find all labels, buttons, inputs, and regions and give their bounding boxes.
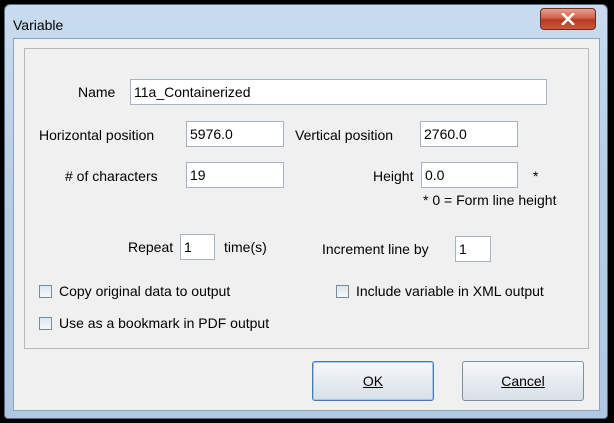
height-asterisk: *: [533, 168, 539, 184]
name-input[interactable]: [130, 79, 547, 105]
window-title: Variable: [13, 17, 64, 33]
ok-button[interactable]: OK: [312, 361, 434, 401]
repeat-input[interactable]: [180, 234, 215, 260]
repeat-label: Repeat: [128, 239, 174, 255]
variable-settings-group: Name Horizontal position Vertical positi…: [24, 48, 589, 349]
bookmark-pdf-row[interactable]: Use as a bookmark in PDF output: [39, 315, 269, 331]
height-input[interactable]: [421, 162, 518, 188]
height-label: Height: [373, 168, 414, 184]
bookmark-pdf-label: Use as a bookmark in PDF output: [59, 315, 270, 331]
repeat-unit-label: time(s): [224, 239, 267, 255]
include-xml-row[interactable]: Include variable in XML output: [336, 283, 544, 299]
close-icon: [561, 13, 575, 25]
increment-line-input[interactable]: [455, 236, 491, 262]
dialog-body: Name Horizontal position Vertical positi…: [13, 38, 600, 411]
copy-original-label: Copy original data to output: [59, 283, 231, 299]
characters-label: # of characters: [65, 168, 158, 184]
bookmark-pdf-checkbox[interactable]: [39, 316, 52, 330]
vertical-position-input[interactable]: [420, 121, 518, 147]
copy-original-row[interactable]: Copy original data to output: [39, 283, 230, 299]
horizontal-position-input[interactable]: [186, 121, 284, 147]
cancel-button[interactable]: Cancel: [462, 361, 584, 401]
characters-input[interactable]: [186, 162, 284, 188]
include-xml-checkbox[interactable]: [336, 284, 349, 298]
copy-original-checkbox[interactable]: [39, 284, 52, 298]
vertical-position-label: Vertical position: [295, 127, 394, 143]
increment-line-label: Increment line by: [322, 241, 429, 257]
horizontal-position-label: Horizontal position: [39, 127, 155, 143]
include-xml-label: Include variable in XML output: [356, 283, 544, 299]
height-note: * 0 = Form line height: [423, 192, 557, 208]
close-button[interactable]: [540, 8, 596, 30]
name-label: Name: [78, 84, 116, 100]
variable-dialog: Variable Name Horizontal position Vertic…: [4, 4, 608, 419]
ok-button-label: OK: [362, 373, 384, 389]
cancel-button-label: Cancel: [501, 373, 545, 389]
